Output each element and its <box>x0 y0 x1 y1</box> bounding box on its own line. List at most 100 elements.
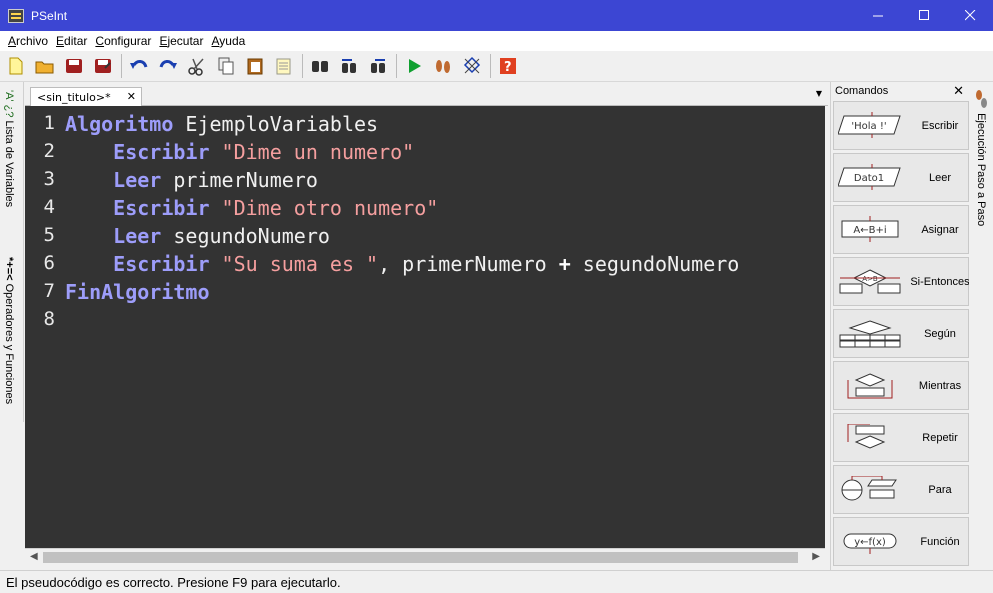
toolbar-separator <box>121 54 122 78</box>
close-button[interactable] <box>947 0 993 31</box>
command-mientras[interactable]: Mientras <box>833 361 969 410</box>
window-controls <box>855 0 993 31</box>
right-dock: Ejecución Paso a Paso <box>969 82 993 570</box>
commands-close-icon[interactable]: ✕ <box>953 83 964 99</box>
keyword-token: Leer <box>65 224 162 248</box>
command-repetir[interactable]: Repetir <box>833 413 969 462</box>
scroll-right-icon[interactable]: ▶ <box>812 551 820 562</box>
command-para[interactable]: Para <box>833 465 969 514</box>
code-line[interactable]: 4 Escribir "Dime otro numero" <box>25 196 439 224</box>
tab-label: <sin_titulo>* <box>37 90 111 104</box>
code-text: Leer primerNumero <box>65 168 318 196</box>
new-file-button[interactable] <box>5 55 27 77</box>
run-button[interactable] <box>403 55 425 77</box>
command-escribir[interactable]: 'Hola !' Escribir <box>833 101 969 150</box>
flowchart-button[interactable] <box>461 55 483 77</box>
line-number: 4 <box>43 196 55 218</box>
flowchart-icon <box>463 56 481 74</box>
line-number: 8 <box>43 308 55 330</box>
code-line[interactable]: 6 Escribir "Su suma es ", primerNumero +… <box>25 252 740 280</box>
menu-archivo[interactable]: Archivo <box>4 34 52 48</box>
para-icon <box>841 475 897 500</box>
scroll-left-icon[interactable]: ◀ <box>30 551 38 562</box>
find-previous-button[interactable] <box>338 55 360 77</box>
code-line[interactable]: 5 Leer segundoNumero <box>25 224 330 252</box>
tab-ejecucion-paso-a-paso[interactable]: Ejecución Paso a Paso <box>974 88 988 226</box>
keyword-token: FinAlgoritmo <box>65 280 210 304</box>
paste-icon <box>247 58 263 75</box>
svg-text:A>B: A>B <box>862 275 878 283</box>
cut-icon <box>188 58 204 76</box>
minimize-icon <box>872 15 883 17</box>
save-icon <box>66 59 82 73</box>
code-line[interactable]: 7 FinAlgoritmo <box>25 280 210 308</box>
variables-glyph: 'A' ¿? <box>3 90 15 118</box>
code-text: Leer segundoNumero <box>65 224 330 252</box>
string-token: "Dime un numero" <box>221 140 415 164</box>
variables-tab-label: Lista de Variables <box>3 120 15 208</box>
tab-operadores-y-funciones[interactable]: *+=< Operadores y Funciones <box>3 257 15 404</box>
undo-button[interactable] <box>128 55 150 77</box>
command-segun[interactable]: Según <box>833 309 969 358</box>
identifier-token: EjemploVariables <box>173 112 379 136</box>
edit-button[interactable] <box>273 55 295 77</box>
code-line[interactable]: 8 <box>25 308 65 336</box>
horizontal-scrollbar[interactable]: ◀ ▶ <box>25 548 825 565</box>
command-label: Según <box>924 327 956 340</box>
toolbar-separator <box>302 54 303 78</box>
command-leer[interactable]: Dato1 Leer <box>833 153 969 202</box>
tab-close-icon[interactable]: ✕ <box>127 90 136 103</box>
menu-configurar[interactable]: Configurar <box>91 34 155 48</box>
save-as-icon <box>95 59 111 73</box>
window-title: PSeInt <box>31 8 68 23</box>
close-icon <box>964 10 975 21</box>
menu-editar[interactable]: Editar <box>52 34 91 48</box>
copy-icon <box>218 57 234 75</box>
pseint-app-icon <box>8 8 24 23</box>
code-line[interactable]: 2 Escribir "Dime un numero" <box>25 140 415 168</box>
maximize-button[interactable] <box>901 0 947 31</box>
paste-button[interactable] <box>244 55 266 77</box>
save-as-button[interactable] <box>92 55 114 77</box>
find-button[interactable] <box>309 55 331 77</box>
command-si-entonces[interactable]: A>B Si-Entonces <box>833 257 970 306</box>
menu-mnemonic: C <box>95 34 105 48</box>
menu-ejecutar[interactable]: Ejecutar <box>155 34 207 48</box>
command-asignar[interactable]: A←B+i Asignar <box>833 205 969 254</box>
tab-lista-de-variables[interactable]: 'A' ¿? Lista de Variables <box>3 90 15 207</box>
code-text: Algoritmo EjemploVariables <box>65 112 378 140</box>
tab-list-dropdown-icon[interactable]: ▼ <box>816 89 822 98</box>
redo-button[interactable] <box>157 55 179 77</box>
mientras-icon <box>847 372 893 398</box>
line-number: 5 <box>43 224 55 246</box>
cut-button[interactable] <box>186 55 208 77</box>
command-label: Función <box>920 535 960 548</box>
code-editor[interactable]: 1 Algoritmo EjemploVariables 2 Escribir "D… <box>25 106 825 548</box>
code-line[interactable]: 3 Leer primerNumero <box>25 168 318 196</box>
help-button[interactable]: ? <box>497 55 519 77</box>
step-by-step-icon <box>976 90 987 108</box>
tab-sin-titulo[interactable]: <sin_titulo>* ✕ <box>30 87 142 106</box>
save-button[interactable] <box>63 55 85 77</box>
scrollbar-thumb[interactable] <box>43 552 798 563</box>
minimize-button[interactable] <box>855 0 901 31</box>
redo-icon <box>159 60 177 69</box>
copy-button[interactable] <box>215 55 237 77</box>
find-next-button[interactable] <box>367 55 389 77</box>
menu-label: yuda <box>219 34 246 48</box>
run-icon <box>409 59 421 73</box>
menu-ayuda[interactable]: Ayuda <box>207 34 249 48</box>
menu-mnemonic: A <box>8 34 17 48</box>
toolbar-separator <box>396 54 397 78</box>
open-button[interactable] <box>34 55 56 77</box>
keyword-token: Leer <box>65 168 162 192</box>
command-label: Si-Entonces <box>910 275 970 288</box>
operators-tab-label: Operadores y Funciones <box>3 283 15 405</box>
step-by-step-button[interactable] <box>432 55 454 77</box>
line-number: 1 <box>43 112 55 134</box>
commands-panel: Comandos ✕ 'Hola !' Escribir Dato1 Leer A←B+… <box>830 82 970 570</box>
code-line[interactable]: 1 Algoritmo EjemploVariables <box>25 112 379 140</box>
line-number: 2 <box>43 140 55 162</box>
undo-icon <box>130 60 148 69</box>
command-funcion[interactable]: y←f(x) Función <box>833 517 969 566</box>
